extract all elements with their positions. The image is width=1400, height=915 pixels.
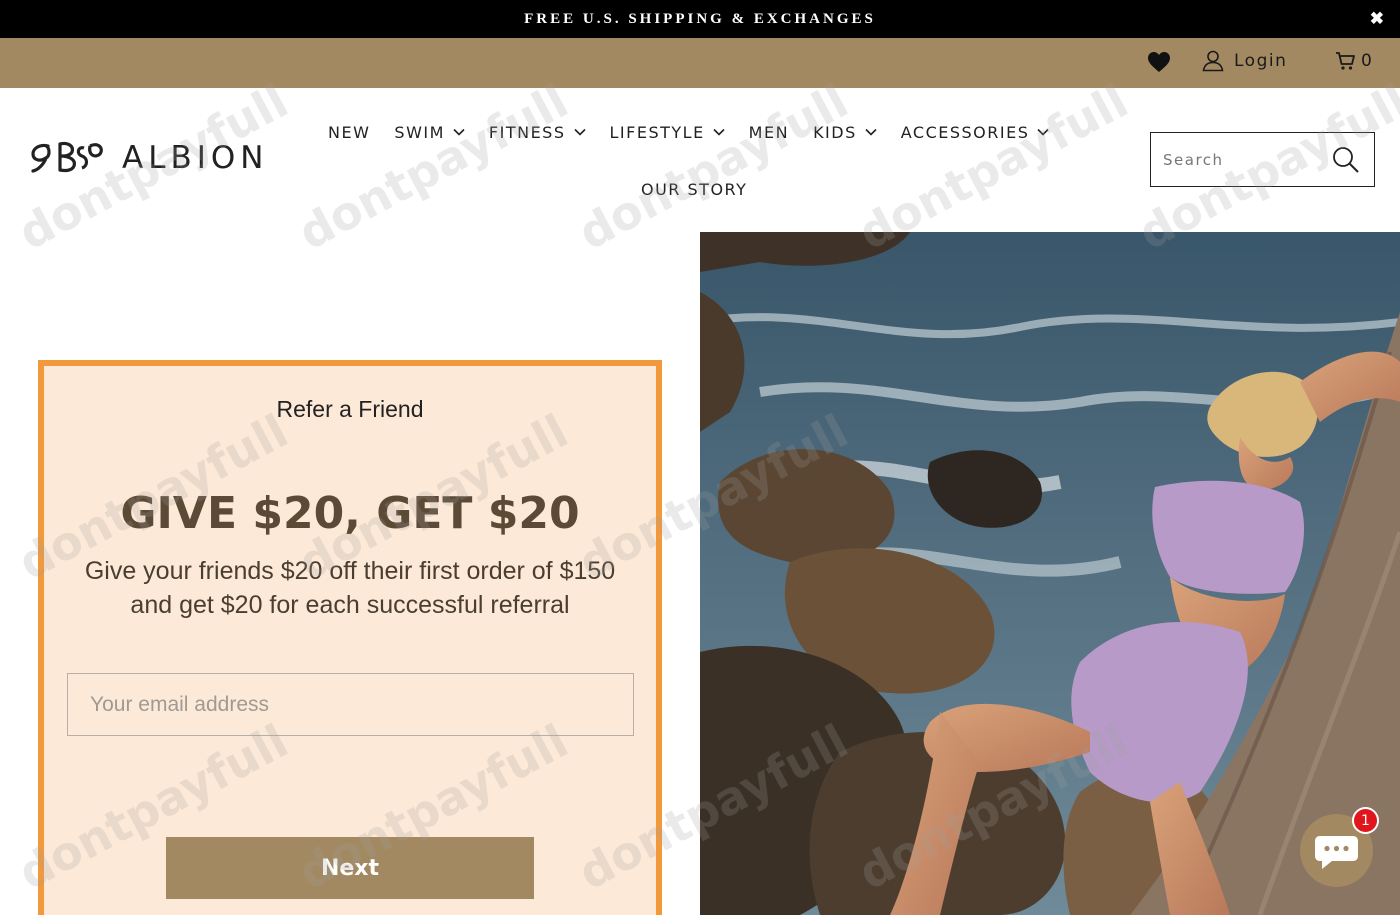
nav-item-label: NEW <box>328 122 371 142</box>
chat-bubble-icon <box>1315 836 1358 869</box>
nav-item-label: MEN <box>748 122 790 142</box>
chevron-down-icon <box>1037 128 1049 136</box>
nav-item-men[interactable]: MEN <box>749 123 789 142</box>
cart-link[interactable]: 0 <box>1335 51 1372 71</box>
nav-item-label: ACCESSORIES <box>900 122 1030 142</box>
chevron-down-icon <box>865 128 877 136</box>
hero-image <box>700 232 1400 915</box>
close-icon[interactable]: ✖ <box>1370 9 1384 29</box>
search-input[interactable] <box>1163 150 1323 169</box>
nav-item-kids[interactable]: KIDS <box>813 123 877 142</box>
chat-notification-badge: 1 <box>1352 807 1379 834</box>
nav-item-our-story[interactable]: OUR STORY <box>641 180 747 199</box>
beach-photo-illustration <box>700 232 1400 915</box>
utility-bar: Login 0 <box>0 38 1400 88</box>
nav-item-label: FITNESS <box>488 122 566 142</box>
search-box <box>1150 132 1375 187</box>
login-link[interactable]: Login <box>1202 50 1287 72</box>
nav-item-label: KIDS <box>813 122 857 142</box>
cart-count: 0 <box>1361 51 1372 71</box>
referral-title: Refer a Friend <box>276 396 424 422</box>
announcement-text: FREE U.S. SHIPPING & EXCHANGES <box>524 10 876 27</box>
brand-name: ALBION <box>122 140 269 176</box>
login-label: Login <box>1234 51 1288 71</box>
nav-item-fitness[interactable]: FITNESS <box>489 123 586 142</box>
user-icon <box>1202 50 1224 72</box>
nav-item-label: LIFESTYLE <box>609 122 705 142</box>
nav-item-new[interactable]: NEW <box>328 123 370 142</box>
heart-icon[interactable] <box>1147 51 1171 73</box>
chevron-down-icon <box>573 128 586 136</box>
watermark-text: dontpayfull <box>289 73 577 261</box>
chevron-down-icon <box>453 128 465 136</box>
nav-item-swim[interactable]: SWIM <box>394 123 465 142</box>
email-field[interactable] <box>67 673 634 736</box>
referral-body: Give your friends $20 off their first or… <box>84 557 616 619</box>
announcement-bar: FREE U.S. SHIPPING & EXCHANGES ✖ <box>0 0 1400 38</box>
next-button[interactable]: Next <box>166 837 534 899</box>
nav-item-lifestyle[interactable]: LIFESTYLE <box>610 123 725 142</box>
referral-panel: Refer a Friend GIVE $20, GET $20 Give yo… <box>38 360 662 915</box>
main-nav: NEW SWIM FITNESS LIFESTYLE MEN KIDS ACCESSORIE… <box>328 120 1073 144</box>
cart-icon <box>1336 52 1355 70</box>
nav-item-label: SWIM <box>394 122 445 142</box>
nav-item-accessories[interactable]: ACCESSORIES <box>901 123 1050 142</box>
chevron-down-icon <box>713 128 725 136</box>
referral-headline: GIVE $20, GET $20 <box>120 488 580 539</box>
search-icon[interactable] <box>1332 146 1360 174</box>
brand-logo[interactable]: ALBION <box>30 140 268 176</box>
albion-monogram-icon <box>31 141 103 173</box>
